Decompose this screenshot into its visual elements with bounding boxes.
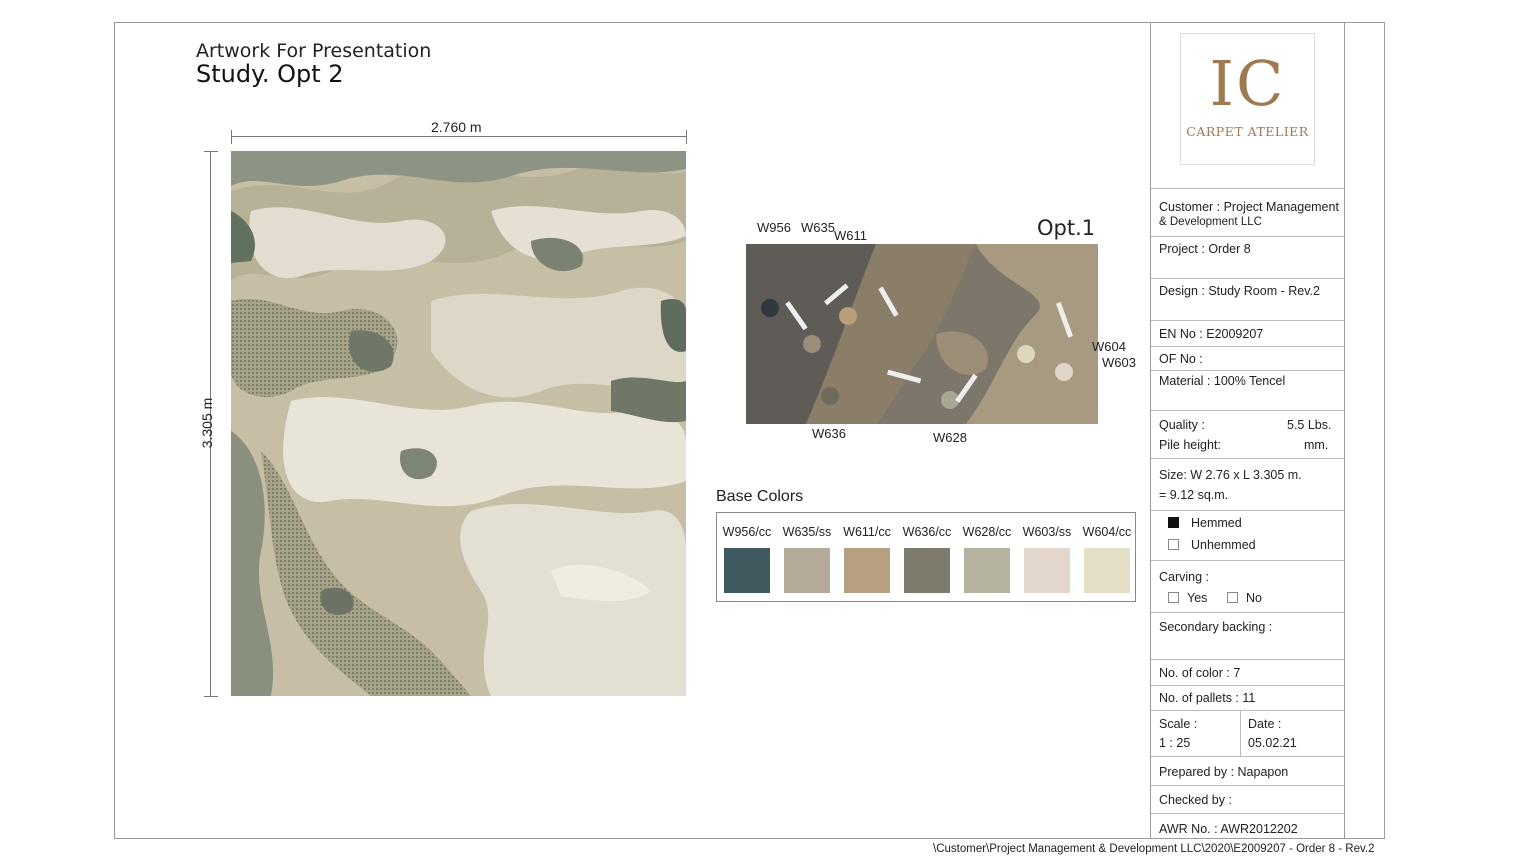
carving-yes-checkbox[interactable]	[1168, 592, 1179, 603]
color-swatch	[724, 548, 770, 593]
unhemmed-checkbox[interactable]	[1168, 539, 1179, 550]
sample-option-label: Opt.1	[1037, 216, 1096, 240]
color-swatch-item: W636/cc	[897, 525, 957, 593]
length-dimension-tick-top	[204, 151, 218, 152]
color-swatch-item: W604/cc	[1077, 525, 1137, 593]
color-swatch	[844, 548, 890, 593]
hemmed-label: Hemmed	[1191, 516, 1242, 530]
pallet-count-field: No. of pallets : 11	[1159, 691, 1256, 705]
carving-no-checkbox[interactable]	[1227, 592, 1238, 603]
sheet-heading: Artwork For Presentation	[196, 40, 432, 62]
quality-label: Quality :	[1159, 418, 1205, 432]
divider	[1151, 188, 1344, 189]
color-swatch-item: W628/cc	[957, 525, 1017, 593]
color-swatch	[784, 548, 830, 593]
yarn-tag: W635	[801, 220, 835, 235]
divider	[1151, 370, 1344, 371]
pile-height-unit: mm.	[1304, 438, 1329, 452]
color-code: W635/ss	[782, 525, 832, 539]
divider	[1151, 320, 1344, 321]
base-colors-box: W956/cc W635/ss W611/cc W636/cc W628/cc …	[716, 512, 1136, 602]
pile-height-label: Pile height:	[1159, 438, 1221, 452]
hemmed-checkbox[interactable]	[1168, 517, 1179, 528]
color-count-field: No. of color : 7	[1159, 666, 1241, 680]
date-label: Date :	[1248, 717, 1282, 731]
rug-artwork-image	[231, 151, 686, 696]
divider	[1151, 346, 1344, 347]
divider	[1151, 510, 1344, 511]
area-field: = 9.12 sq.m.	[1159, 488, 1229, 502]
divider	[1151, 710, 1344, 711]
divider	[1151, 785, 1344, 786]
quality-value: 5.5 Lbs.	[1287, 418, 1332, 432]
color-swatch-item: W635/ss	[777, 525, 837, 593]
divider	[1151, 659, 1344, 660]
project-field: Project : Order 8	[1159, 242, 1251, 256]
divider	[1240, 710, 1241, 756]
yarn-tag: W611	[834, 228, 867, 243]
color-swatch	[904, 548, 950, 593]
divider	[1151, 685, 1344, 686]
scale-value: 1 : 25	[1159, 736, 1191, 750]
color-swatch-item: W956/cc	[717, 525, 777, 593]
color-code: W628/cc	[962, 525, 1012, 539]
color-code: W603/ss	[1022, 525, 1072, 539]
color-code: W604/cc	[1082, 525, 1132, 539]
scale-label: Scale :	[1159, 717, 1198, 731]
color-code: W956/cc	[722, 525, 772, 539]
divider	[1151, 756, 1344, 757]
carving-yes-label: Yes	[1187, 591, 1208, 605]
width-dimension-tick-left	[231, 130, 232, 144]
file-path-footer: \Customer\Project Management & Developme…	[933, 843, 1375, 855]
color-swatch-item: W603/ss	[1017, 525, 1077, 593]
length-dimension-tick-bottom	[204, 696, 218, 697]
width-dimension-tick-right	[686, 130, 687, 144]
size-field: Size: W 2.76 x L 3.305 m.	[1159, 468, 1302, 482]
date-value: 05.02.21	[1248, 736, 1297, 750]
en-no-field: EN No : E2009207	[1159, 327, 1264, 341]
company-logo: IC CARPET ATELIER	[1180, 33, 1315, 165]
material-field: Material : 100% Tencel	[1159, 374, 1286, 388]
design-field: Design : Study Room - Rev.2	[1159, 284, 1320, 298]
customer-field: Customer : Project Management	[1159, 200, 1339, 214]
divider	[1151, 278, 1344, 279]
carving-no-label: No	[1246, 591, 1262, 605]
color-swatch	[1024, 548, 1070, 593]
sheet-subheading: Study. Opt 2	[196, 60, 344, 88]
checked-by-field: Checked by :	[1159, 793, 1232, 807]
yarn-tag: W604	[1092, 339, 1126, 354]
awr-no-field: AWR No. : AWR2012202	[1159, 822, 1298, 836]
divider	[1151, 560, 1344, 561]
yarn-tag: W636	[812, 426, 846, 441]
divider	[1151, 612, 1344, 613]
yarn-tag: W628	[933, 430, 967, 445]
rug-sample-photo	[746, 244, 1098, 424]
of-no-field: OF No :	[1159, 352, 1203, 366]
divider	[1151, 236, 1344, 237]
width-dimension-line	[231, 136, 686, 137]
base-colors-title: Base Colors	[716, 488, 804, 505]
secondary-backing-field: Secondary backing :	[1159, 620, 1273, 634]
color-swatch	[1084, 548, 1130, 593]
carving-label: Carving :	[1159, 570, 1210, 584]
divider	[1151, 458, 1344, 459]
yarn-tag: W603	[1102, 355, 1136, 370]
color-swatch-item: W611/cc	[837, 525, 897, 593]
customer-field-continued: & Development LLC	[1159, 216, 1262, 228]
yarn-tag: W956	[757, 220, 791, 235]
logo-mark: IC	[1209, 47, 1286, 120]
color-swatch	[964, 548, 1010, 593]
logo-name: CARPET ATELIER	[1186, 124, 1309, 139]
length-dimension-label: 3.305 m	[199, 397, 215, 449]
unhemmed-label: Unhemmed	[1191, 538, 1256, 552]
color-code: W636/cc	[902, 525, 952, 539]
color-code: W611/cc	[843, 525, 891, 539]
width-dimension-label: 2.760 m	[431, 119, 482, 135]
divider	[1151, 813, 1344, 814]
prepared-by-field: Prepared by : Napapon	[1159, 765, 1289, 779]
divider	[1151, 410, 1344, 411]
